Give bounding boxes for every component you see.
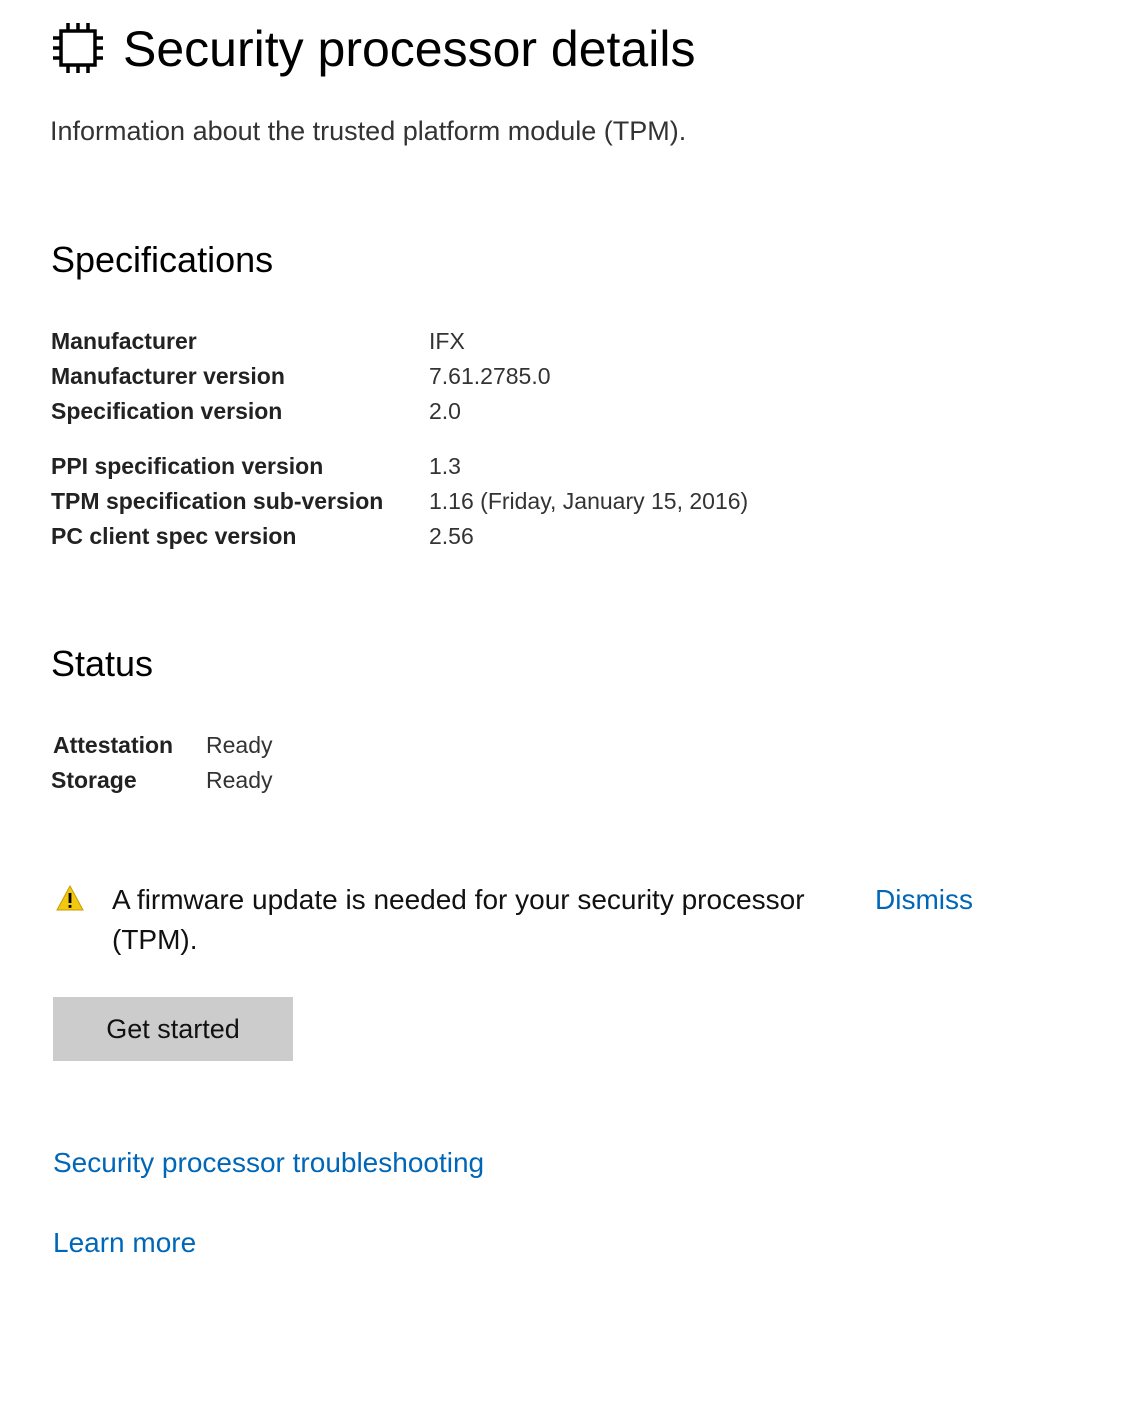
spec-label-tpm-specification-sub-version: TPM specification sub-version xyxy=(51,488,384,514)
specifications-heading: Specifications xyxy=(51,239,274,280)
status-value-storage: Ready xyxy=(206,767,273,793)
spec-label-specification-version: Specification version xyxy=(51,398,283,424)
spec-value-ppi-specification-version: 1.3 xyxy=(429,453,461,479)
page-title: Security processor details xyxy=(123,21,696,77)
spec-label-ppi-specification-version: PPI specification version xyxy=(51,453,324,479)
spec-value-manufacturer: IFX xyxy=(429,328,465,354)
spec-label-pc-client-spec-version: PC client spec version xyxy=(51,523,297,549)
processor-chip-icon xyxy=(52,22,104,74)
status-label-storage: Storage xyxy=(51,767,137,793)
learn-more-link[interactable]: Learn more xyxy=(53,1223,196,1263)
status-heading: Status xyxy=(51,643,154,684)
warning-icon xyxy=(56,884,84,911)
spec-value-pc-client-spec-version: 2.56 xyxy=(429,523,474,549)
get-started-button[interactable]: Get started xyxy=(53,997,293,1061)
spec-label-manufacturer: Manufacturer xyxy=(51,328,197,354)
status-label-attestation: Attestation xyxy=(53,732,174,758)
status-value-attestation: Ready xyxy=(206,732,273,758)
spec-value-tpm-specification-sub-version: 1.16 (Friday, January 15, 2016) xyxy=(429,488,749,514)
page-subtitle: Information about the trusted platform m… xyxy=(50,116,687,146)
spec-value-specification-version: 2.0 xyxy=(429,398,461,424)
security-processor-troubleshooting-link[interactable]: Security processor troubleshooting xyxy=(53,1143,484,1183)
spec-value-manufacturer-version: 7.61.2785.0 xyxy=(429,363,551,389)
firmware-update-message: A firmware update is needed for your sec… xyxy=(112,884,805,955)
spec-label-manufacturer-version: Manufacturer version xyxy=(51,363,285,389)
dismiss-link[interactable]: Dismiss xyxy=(875,880,973,920)
